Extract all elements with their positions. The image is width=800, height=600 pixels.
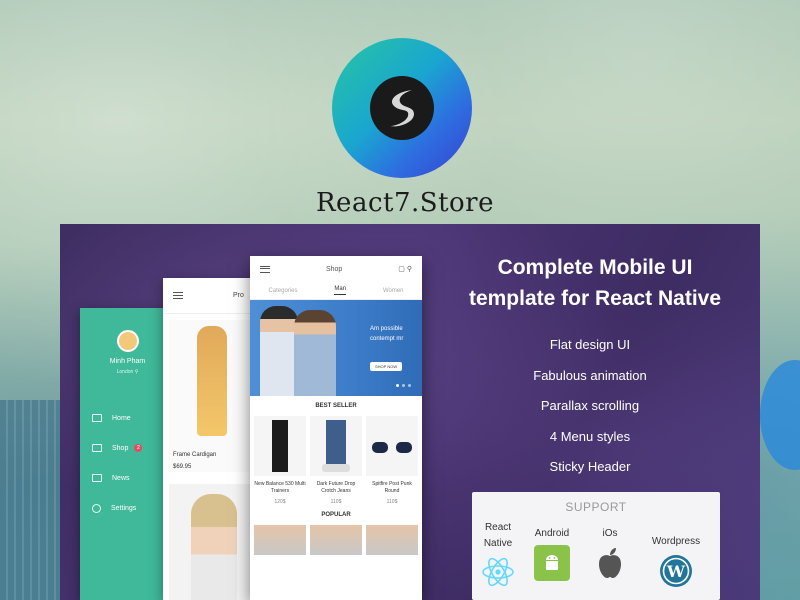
hamburger-menu-icon[interactable] — [260, 265, 270, 273]
feature-item: Sticky Header — [549, 459, 631, 474]
product-thumb[interactable] — [310, 525, 362, 555]
support-title: SUPPORT — [565, 500, 627, 514]
products-title: Pro — [233, 292, 244, 299]
store-name: React7.Store — [315, 188, 494, 218]
product-image-hat — [191, 494, 237, 600]
phone-shop-mockup: Shop ▢ ⚲ Categories Man Women Am possibl… — [250, 256, 422, 600]
hero-text: Am possible contempt mr — [370, 326, 404, 342]
search-icon[interactable]: ⚲ — [407, 266, 412, 273]
feature-list: Flat design UI Fabulous animation Parall… — [475, 336, 705, 489]
platform-label: React Native — [483, 522, 513, 549]
tab-man[interactable]: Man — [334, 286, 347, 295]
best-seller-list: New Balance 530 Multi Trainers 120$ Dark… — [250, 416, 422, 505]
product-image-trainers — [254, 416, 306, 476]
product-name: Dark Future Drop Crotch Jeans — [316, 481, 356, 494]
sidebar-item-shop[interactable]: Shop 2 — [80, 433, 175, 463]
platform-android: Android — [530, 528, 574, 581]
hamburger-menu-icon[interactable] — [173, 292, 183, 299]
feature-item: 4 Menu styles — [549, 428, 631, 444]
store-logo — [332, 38, 472, 178]
product-image-dress — [197, 326, 227, 436]
platform-label: iOs — [602, 528, 618, 539]
product-price: 110$ — [386, 499, 398, 505]
tab-women[interactable]: Women — [383, 288, 404, 294]
shop-tabs: Categories Man Women — [250, 282, 422, 300]
slider-dots[interactable] — [396, 384, 411, 387]
react-icon — [480, 554, 516, 590]
sidebar-menu: Home Shop 2 News Settings — [80, 403, 175, 523]
header-actions: ▢ ⚲ — [398, 265, 412, 273]
product-name: New Balance 530 Multi Trainers — [254, 481, 306, 494]
banner-title: Complete Mobile UI template for React Na… — [468, 256, 722, 310]
hero-model-image — [294, 310, 336, 396]
home-icon — [92, 414, 102, 422]
cart-badge: 2 — [134, 444, 143, 452]
shop-title: Shop — [325, 265, 343, 273]
cart-icon — [92, 444, 102, 452]
tab-categories[interactable]: Categories — [268, 288, 297, 294]
android-icon — [534, 545, 570, 581]
feature-item: Flat design UI — [549, 337, 631, 352]
sidebar-item-news[interactable]: News — [80, 463, 175, 493]
sidebar-item-home[interactable]: Home — [80, 403, 175, 433]
product-thumb[interactable] — [366, 525, 418, 555]
sidebar-item-label: News — [112, 474, 130, 482]
product-card[interactable]: Spitfire Post Punk Round 110$ — [366, 416, 418, 505]
platform-label: Wordpress — [651, 536, 701, 547]
platform-react-native: React Native — [478, 520, 518, 590]
sidebar-item-label: Shop — [112, 444, 129, 452]
product-image-jeans — [310, 416, 362, 476]
sidebar-item-label: Home — [112, 414, 131, 422]
logo-mark-icon — [370, 76, 434, 140]
product-price: $69.95 — [173, 464, 192, 470]
hero-slider[interactable]: Am possible contempt mr SHOP NOW — [250, 300, 422, 396]
platform-wordpress: Wordpress W — [646, 536, 706, 589]
gear-icon — [92, 503, 101, 513]
product-price: 120$ — [274, 499, 286, 505]
popular-title: POPULAR — [321, 512, 351, 518]
product-name: Spitfire Post Punk Round — [372, 481, 412, 494]
product-card[interactable]: New Balance 530 Multi Trainers 120$ — [254, 416, 306, 505]
best-seller-title: BEST SELLER — [315, 403, 357, 409]
shop-header: Shop ▢ ⚲ — [250, 256, 422, 282]
svg-text:W: W — [666, 562, 686, 581]
product-name: Frame Cardigan — [173, 452, 217, 458]
wordpress-icon: W — [658, 553, 694, 589]
platform-label: Android — [534, 528, 570, 539]
product-card[interactable]: Dark Future Drop Crotch Jeans 110$ — [310, 416, 362, 505]
promo-banner: Minh Pham London ⚲ Home Shop 2 News Sett… — [60, 224, 760, 600]
support-panel: SUPPORT React Native Android iOs Wordpre… — [472, 492, 720, 600]
product-image-sunglasses — [366, 416, 418, 476]
apple-icon — [592, 545, 628, 581]
product-price: 110$ — [330, 499, 342, 505]
bag-icon[interactable]: ▢ — [398, 266, 405, 273]
product-thumb[interactable] — [254, 525, 306, 555]
hero-shop-button[interactable]: SHOP NOW — [370, 362, 403, 371]
user-location: London ⚲ — [116, 369, 139, 375]
phone-sidebar-mockup: Minh Pham London ⚲ Home Shop 2 News Sett… — [80, 308, 175, 600]
sidebar-item-settings[interactable]: Settings — [80, 493, 175, 523]
sidebar-item-label: Settings — [111, 504, 137, 512]
user-name: Minh Pham — [109, 358, 146, 365]
feature-item: Fabulous animation — [533, 367, 647, 383]
hero-model-image — [260, 306, 298, 396]
news-icon — [92, 474, 102, 482]
feature-item: Parallax scrolling — [540, 398, 640, 413]
popular-list — [250, 525, 422, 555]
platform-ios: iOs — [590, 528, 630, 581]
avatar — [116, 330, 139, 352]
